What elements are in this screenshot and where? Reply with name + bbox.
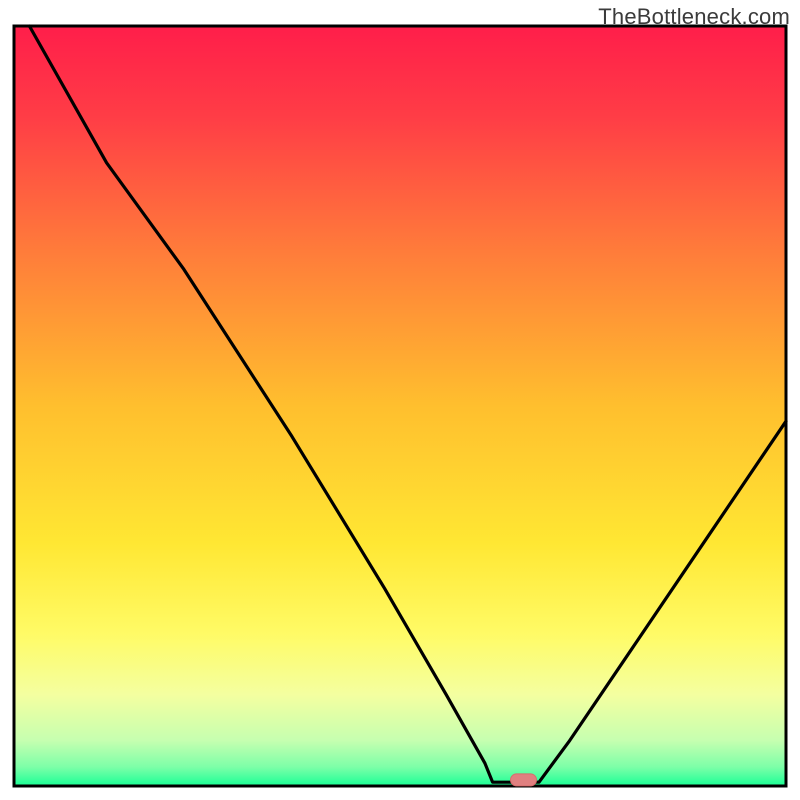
watermark-text: TheBottleneck.com — [598, 4, 790, 30]
chart-svg — [0, 0, 800, 800]
plot-background — [14, 26, 786, 786]
optimal-marker — [511, 774, 537, 786]
bottleneck-chart: TheBottleneck.com — [0, 0, 800, 800]
